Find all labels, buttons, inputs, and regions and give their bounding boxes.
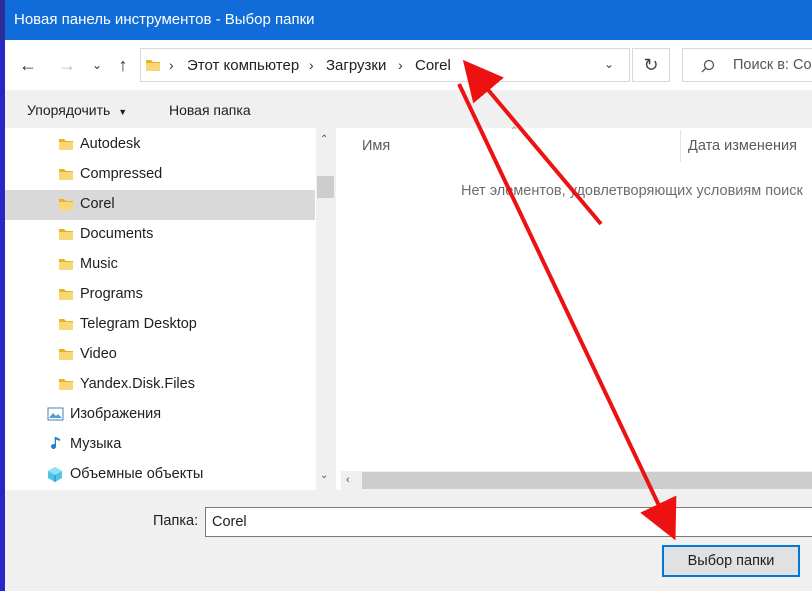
tree-item[interactable]: Telegram Desktop	[5, 310, 315, 340]
arrow-right-icon[interactable]: →	[55, 53, 79, 77]
arrow-up-icon[interactable]: ↑	[111, 53, 135, 77]
folder-icon	[146, 60, 160, 71]
tree-item-label: Autodesk	[80, 136, 141, 152]
breadcrumb-separator-icon: ›	[398, 57, 403, 73]
tree-item[interactable]: Yandex.Disk.Files	[5, 370, 315, 400]
folder-label: Папка:	[153, 513, 199, 529]
tree-item[interactable]: Documents	[5, 220, 315, 250]
select-folder-button[interactable]: Выбор папки	[662, 545, 800, 577]
folder-icon	[59, 319, 73, 330]
dropdown-arrow-icon: ▼	[118, 107, 128, 117]
tree-item[interactable]: Объемные объекты	[5, 460, 315, 490]
search-input[interactable]: Поиск в: Co	[682, 48, 812, 82]
tree-scrollbar[interactable]: ⌃ ⌄	[316, 128, 335, 490]
folder-field[interactable]: Corel	[205, 507, 812, 537]
scroll-thumb[interactable]	[362, 472, 812, 489]
chevron-down-icon[interactable]: ⌄	[89, 53, 105, 77]
folder-icon	[59, 379, 73, 390]
breadcrumb-separator-icon: ›	[169, 57, 174, 73]
folder-icon	[59, 349, 73, 360]
tree-item[interactable]: Изображения	[5, 400, 315, 430]
tree-item-label: Изображения	[70, 406, 162, 422]
title-bar: Новая панель инструментов - Выбор папки	[0, 0, 812, 40]
pictures-icon	[47, 407, 64, 421]
tree-item[interactable]: Video	[5, 340, 315, 370]
music-icon	[51, 437, 60, 449]
address-bar[interactable]: › Этот компьютер › Загрузки › Corel ⌄	[140, 48, 630, 82]
tree-item-label: Corel	[80, 196, 115, 212]
tree-item-label: Documents	[80, 226, 154, 242]
column-name-header[interactable]: Имя	[362, 138, 390, 154]
search-icon	[701, 59, 715, 73]
tree-item[interactable]: Музыка	[5, 430, 315, 460]
tree-item[interactable]: Autodesk	[5, 130, 315, 160]
breadcrumb-this-pc[interactable]: Этот компьютер	[187, 57, 299, 74]
folder-field-value: Corel	[212, 514, 247, 530]
tree-item-label: Video	[80, 346, 117, 362]
tree-item[interactable]: Corel	[5, 190, 315, 220]
breadcrumb-downloads[interactable]: Загрузки	[326, 57, 386, 74]
breadcrumb-corel[interactable]: Corel	[415, 57, 451, 74]
window-title: Новая панель инструментов - Выбор папки	[14, 11, 315, 28]
empty-message: Нет элементов, удовлетворяющих условиям …	[461, 183, 803, 199]
search-placeholder: Поиск в: Co	[733, 57, 812, 73]
tree-item-label: Compressed	[80, 166, 163, 182]
scroll-thumb[interactable]	[317, 176, 334, 198]
list-horizontal-scrollbar[interactable]: ‹	[341, 471, 812, 490]
arrow-left-icon[interactable]: ←	[16, 53, 40, 77]
folder-icon	[59, 169, 73, 180]
tree-item-label: Music	[80, 256, 118, 272]
scroll-up-icon[interactable]: ⌃	[320, 134, 328, 145]
tree-item-label: Telegram Desktop	[80, 316, 197, 332]
tree-item[interactable]: Programs	[5, 280, 315, 310]
sort-indicator-icon: ⌃	[510, 126, 519, 137]
folder-icon	[59, 199, 73, 210]
tree-item[interactable]: Compressed	[5, 160, 315, 190]
column-divider[interactable]	[680, 130, 681, 162]
tree-item[interactable]: Music	[5, 250, 315, 280]
folder-icon	[59, 229, 73, 240]
refresh-icon[interactable]: ↻	[632, 48, 670, 82]
folder-icon	[59, 139, 73, 150]
tree-item-label: Музыка	[70, 436, 122, 452]
tree-item-label: Объемные объекты	[70, 466, 204, 482]
folder-icon	[59, 289, 73, 300]
3d-objects-icon	[48, 467, 62, 482]
organize-button[interactable]: Упорядочить ▼	[27, 102, 127, 118]
folder-icon	[59, 259, 73, 270]
tree-item-label: Yandex.Disk.Files	[80, 376, 195, 392]
tree-item-label: Programs	[80, 286, 143, 302]
address-dropdown-icon[interactable]: ⌄	[604, 57, 614, 71]
organize-label: Упорядочить	[27, 102, 111, 118]
breadcrumb-separator-icon: ›	[309, 57, 314, 73]
scroll-down-icon[interactable]: ⌄	[320, 470, 328, 481]
scroll-left-icon[interactable]: ‹	[346, 474, 350, 486]
column-date-header[interactable]: Дата изменения	[688, 138, 797, 154]
new-folder-button[interactable]: Новая папка	[169, 102, 251, 118]
